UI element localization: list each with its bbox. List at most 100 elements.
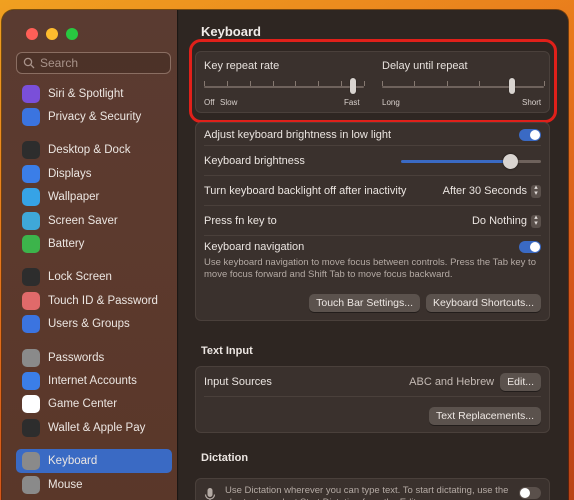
sidebar-item-wallet[interactable]: Wallet & Apple Pay bbox=[16, 416, 172, 439]
sidebar-item-hand[interactable]: Privacy & Security bbox=[16, 105, 172, 128]
minimize-button[interactable] bbox=[46, 28, 58, 40]
sidebar-item-label: Touch ID & Password bbox=[48, 294, 158, 307]
keyboard-icon bbox=[22, 452, 40, 471]
fn-key-popup[interactable]: Do Nothing ▴ ▾ bbox=[471, 214, 541, 228]
dictation-heading: Dictation bbox=[201, 452, 249, 464]
keyboard-pane: Keyboard Key repeat rate Off Slow Fast Del… bbox=[179, 10, 568, 500]
sidebar-item-label: Keyboard bbox=[48, 455, 98, 468]
sidebar-item-keyboard[interactable]: Keyboard bbox=[16, 449, 172, 473]
sidebar-item-label: Displays bbox=[48, 167, 92, 180]
sidebar-item-label: Desktop & Dock bbox=[48, 144, 131, 157]
sidebar-item-label: Screen Saver bbox=[48, 214, 118, 227]
mouse-icon bbox=[22, 475, 40, 494]
text-input-card: Input Sources ABC and Hebrew Edit... Tex… bbox=[195, 366, 550, 433]
adjust-brightness-toggle[interactable] bbox=[519, 128, 541, 141]
wallet-icon bbox=[22, 418, 40, 437]
sidebar-item-label: Siri & Spotlight bbox=[48, 87, 124, 100]
brightness-slider[interactable] bbox=[401, 154, 541, 169]
fn-key-value: Do Nothing bbox=[471, 215, 527, 227]
popup-chevron-icon: ▴ ▾ bbox=[531, 214, 541, 228]
sidebar-list: Siri & Spotlight Privacy & Security Deskto… bbox=[16, 82, 172, 496]
dictation-description: Use Dictation wherever you can type text… bbox=[225, 485, 509, 500]
sidebar-item-dock[interactable]: Desktop & Dock bbox=[16, 139, 172, 162]
key-icon bbox=[22, 348, 40, 367]
backlight-value: After 30 Seconds bbox=[442, 185, 527, 197]
sidebar-item-label: Passwords bbox=[48, 351, 105, 364]
microphone-icon bbox=[204, 487, 216, 500]
dictation-toggle[interactable] bbox=[519, 487, 541, 499]
siri-icon bbox=[22, 84, 40, 103]
screensaver-icon bbox=[22, 211, 40, 230]
adjust-brightness-label: Adjust keyboard brightness in low light bbox=[204, 128, 392, 141]
replacements-row: Text Replacements... bbox=[428, 406, 541, 425]
brightness-label: Keyboard brightness bbox=[204, 155, 305, 167]
keyboard-nav-label: Keyboard navigation bbox=[204, 241, 305, 253]
brightness-thumb[interactable] bbox=[503, 154, 519, 169]
close-button[interactable] bbox=[26, 28, 38, 40]
dictation-card: Use Dictation wherever you can type text… bbox=[195, 478, 550, 500]
sidebar-item-label: Internet Accounts bbox=[48, 374, 137, 387]
at-icon bbox=[22, 371, 40, 390]
gamecenter-icon bbox=[22, 395, 40, 414]
sidebar-item-label: Wallet & Apple Pay bbox=[48, 421, 146, 434]
backlight-popup[interactable]: After 30 Seconds ▴ ▾ bbox=[442, 184, 541, 198]
text-input-heading: Text Input bbox=[201, 345, 253, 357]
sidebar-item-display[interactable]: Displays bbox=[16, 162, 172, 185]
brightness-fill bbox=[401, 160, 511, 163]
sidebar-item-lock[interactable]: Lock Screen bbox=[16, 266, 172, 289]
search-field[interactable] bbox=[16, 52, 171, 74]
input-sources-value: ABC and Hebrew bbox=[409, 376, 495, 388]
sidebar-item-battery[interactable]: Battery bbox=[16, 232, 172, 255]
backlight-row: Turn keyboard backlight off after inacti… bbox=[196, 176, 549, 206]
fn-key-row: Press fn key to Do Nothing ▴ ▾ bbox=[196, 206, 549, 236]
sidebar-item-fingerprint[interactable]: Touch ID & Password bbox=[16, 289, 172, 312]
sidebar-item-label: Wallpaper bbox=[48, 191, 100, 204]
wallpaper-icon bbox=[22, 188, 40, 207]
fingerprint-icon bbox=[22, 291, 40, 310]
sidebar-item-wallpaper[interactable]: Wallpaper bbox=[16, 186, 172, 209]
sidebar-item-at[interactable]: Internet Accounts bbox=[16, 369, 172, 392]
brightness-row: Keyboard brightness bbox=[196, 146, 549, 176]
sidebar-item-label: Game Center bbox=[48, 398, 118, 411]
backlight-label: Turn keyboard backlight off after inacti… bbox=[204, 185, 407, 197]
keyboard-nav-row: Keyboard navigation bbox=[196, 239, 549, 255]
adjust-brightness-row: Adjust keyboard brightness in low light bbox=[196, 123, 549, 146]
display-icon bbox=[22, 164, 40, 183]
touch-bar-settings-button[interactable]: Touch Bar Settings... bbox=[309, 294, 421, 312]
sidebar-item-label: Lock Screen bbox=[48, 271, 112, 284]
search-icon bbox=[23, 57, 35, 69]
lock-icon bbox=[22, 268, 40, 287]
keyboard-shortcuts-button[interactable]: Keyboard Shortcuts... bbox=[426, 294, 541, 312]
sidebar-item-gamecenter[interactable]: Game Center bbox=[16, 393, 172, 416]
fn-key-label: Press fn key to bbox=[204, 215, 277, 227]
highlight-annotation bbox=[189, 39, 557, 123]
keyboard-nav-toggle[interactable] bbox=[519, 241, 541, 253]
settings-window: Siri & Spotlight Privacy & Security Deskto… bbox=[2, 10, 568, 500]
sidebar-item-screensaver[interactable]: Screen Saver bbox=[16, 209, 172, 232]
hand-icon bbox=[22, 108, 40, 127]
sidebar-item-label: Battery bbox=[48, 238, 85, 251]
dock-icon bbox=[22, 141, 40, 160]
sidebar-item-label: Users & Groups bbox=[48, 318, 130, 331]
text-replacements-button[interactable]: Text Replacements... bbox=[428, 407, 541, 425]
users-icon bbox=[22, 315, 40, 334]
battery-icon bbox=[22, 235, 40, 254]
keyboard-settings-card: Adjust keyboard brightness in low light … bbox=[195, 122, 550, 321]
page-title: Keyboard bbox=[201, 24, 261, 39]
sidebar-item-siri[interactable]: Siri & Spotlight bbox=[16, 82, 172, 105]
input-sources-label: Input Sources bbox=[204, 376, 272, 388]
sidebar-item-label: Mouse bbox=[48, 478, 83, 491]
keyboard-nav-description: Use keyboard navigation to move focus be… bbox=[204, 257, 536, 280]
search-input[interactable] bbox=[40, 56, 160, 70]
sidebar-item-users[interactable]: Users & Groups bbox=[16, 313, 172, 336]
sidebar-item-key[interactable]: Passwords bbox=[16, 346, 172, 369]
sidebar-item-mouse[interactable]: Mouse bbox=[16, 473, 172, 496]
button-row: Touch Bar Settings... Keyboard Shortcuts… bbox=[309, 294, 541, 312]
popup-chevron-icon: ▴ ▾ bbox=[531, 184, 541, 198]
sidebar: Siri & Spotlight Privacy & Security Deskto… bbox=[2, 10, 178, 500]
sidebar-item-label: Privacy & Security bbox=[48, 111, 142, 124]
zoom-button[interactable] bbox=[66, 28, 78, 40]
window-controls bbox=[26, 28, 78, 40]
edit-input-sources-button[interactable]: Edit... bbox=[500, 373, 541, 391]
input-sources-row: Input Sources ABC and Hebrew Edit... bbox=[196, 367, 549, 397]
